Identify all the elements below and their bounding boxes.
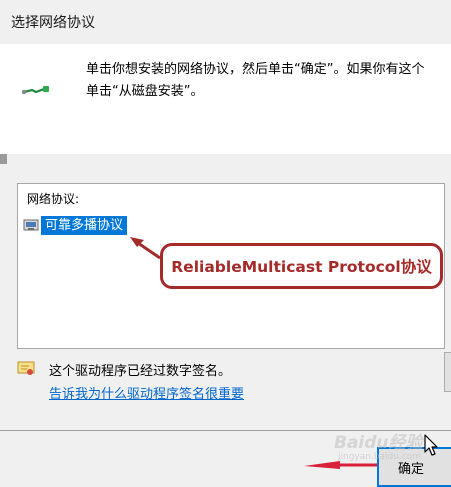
list-item[interactable]: 可靠多播协议	[23, 215, 128, 235]
list-item-label: 可靠多播协议	[41, 215, 128, 235]
watermark-url: jingyan.baidu.com	[338, 452, 422, 462]
certificate-icon	[17, 361, 35, 375]
background-edge	[0, 154, 7, 164]
signature-status: 这个驱动程序已经过数字签名。	[49, 364, 232, 379]
instruction-line-1: 单击你想安装的网络协议，然后单击“确定”。如果你有这个	[86, 62, 425, 77]
instruction-text: 单击你想安装的网络协议，然后单击“确定”。如果你有这个 单击“从磁盘安装”。	[86, 59, 451, 103]
have-disk-button[interactable]	[444, 352, 451, 392]
signature-info-link[interactable]: 告诉我为什么驱动程序签名很重要	[49, 383, 244, 402]
mouse-cursor-icon	[424, 434, 438, 456]
instruction-line-2: 单击“从磁盘安装”。	[86, 84, 204, 99]
dialog-title: 选择网络协议	[11, 15, 95, 31]
annotation-callout: ReliableMulticast Protocol协议	[160, 243, 443, 289]
list-header: 网络协议:	[27, 192, 80, 206]
watermark-logo: Baidu经验	[334, 433, 423, 453]
network-cable-icon	[22, 86, 49, 94]
protocol-icon	[23, 219, 39, 231]
